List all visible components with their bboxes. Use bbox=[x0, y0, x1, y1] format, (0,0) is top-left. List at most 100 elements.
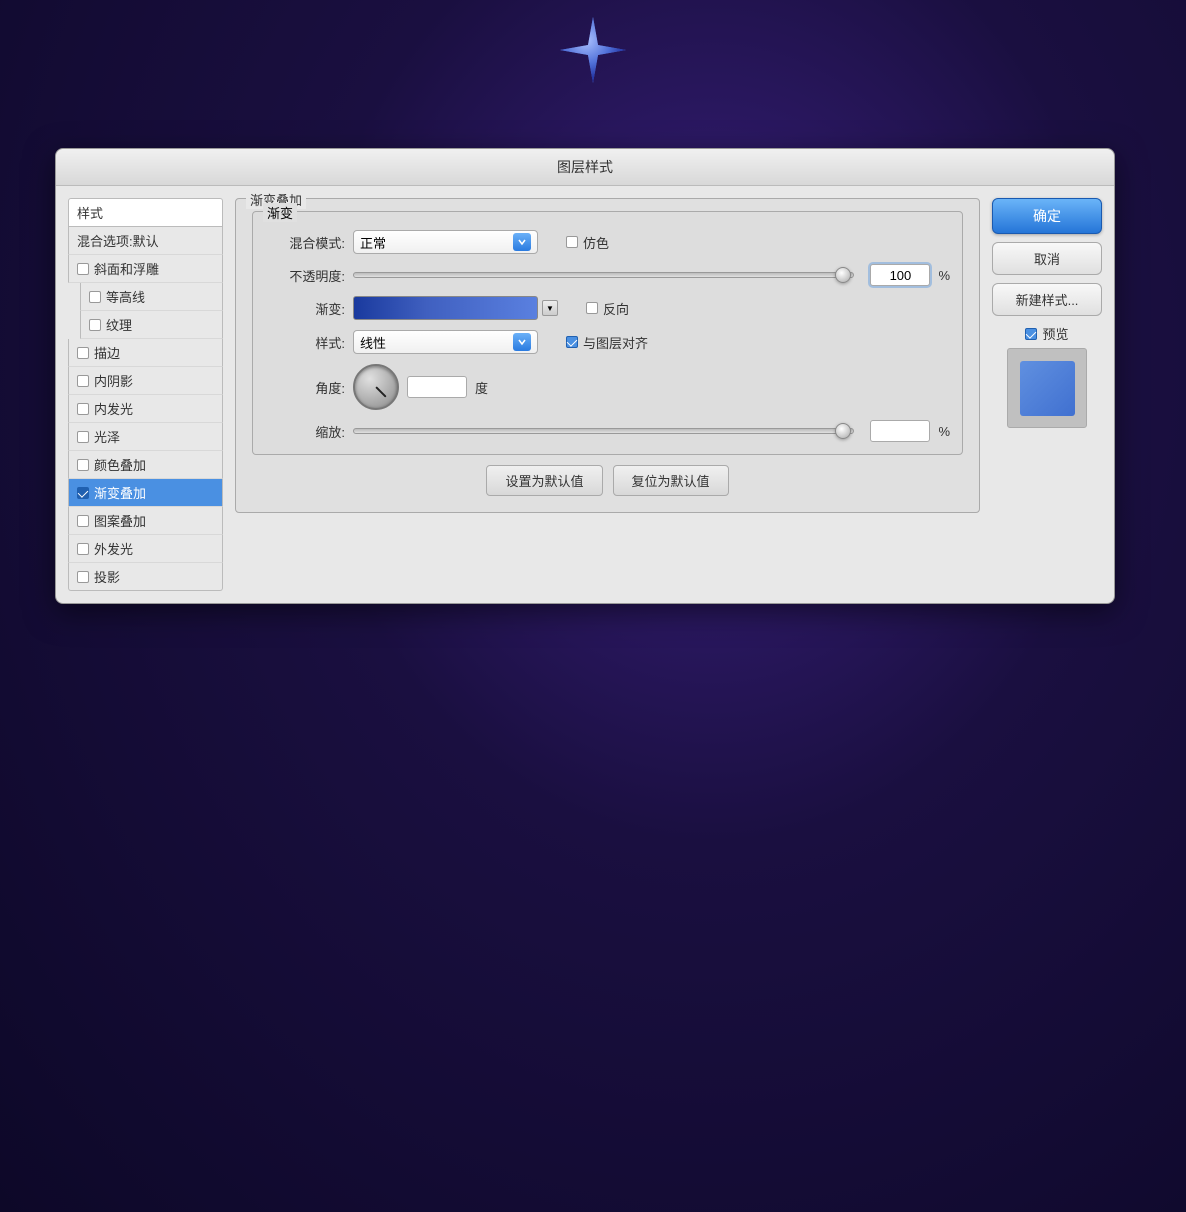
style-dropdown[interactable]: 线性 bbox=[353, 330, 538, 354]
angle-dial[interactable] bbox=[353, 364, 399, 410]
blend-mode-value: 正常 bbox=[360, 233, 386, 252]
sidebar-item-outer-glow[interactable]: 外发光 bbox=[68, 535, 223, 563]
texture-checkbox[interactable] bbox=[89, 319, 101, 331]
gradient-overlay-group: 渐变叠加 渐变 混合模式: 正常 bbox=[235, 198, 980, 513]
bevel-checkbox[interactable] bbox=[77, 263, 89, 275]
sidebar: 样式 混合选项:默认 斜面和浮雕 等高线 纹理 bbox=[68, 198, 223, 591]
gradient-overlay-label: 渐变叠加 bbox=[94, 483, 146, 502]
blend-mode-arrow bbox=[513, 233, 531, 251]
gradient-overlay-checkbox[interactable] bbox=[77, 487, 89, 499]
outer-glow-label: 外发光 bbox=[94, 539, 133, 558]
gradient-label: 渐变: bbox=[265, 299, 345, 318]
sidebar-item-color-overlay[interactable]: 颜色叠加 bbox=[68, 451, 223, 479]
satin-checkbox[interactable] bbox=[77, 431, 89, 443]
gradient-swatch-container: ▼ bbox=[353, 296, 558, 320]
sparkle-icon bbox=[558, 15, 628, 85]
ok-button[interactable]: 确定 bbox=[992, 198, 1102, 234]
sidebar-item-stroke[interactable]: 描边 bbox=[68, 339, 223, 367]
sidebar-item-pattern-overlay[interactable]: 图案叠加 bbox=[68, 507, 223, 535]
style-arrow bbox=[513, 333, 531, 351]
scale-slider-container bbox=[353, 428, 854, 434]
sidebar-item-gradient-overlay[interactable]: 渐变叠加 bbox=[68, 479, 223, 507]
satin-label: 光泽 bbox=[94, 427, 120, 446]
pattern-overlay-checkbox[interactable] bbox=[77, 515, 89, 527]
align-layer-label: 与图层对齐 bbox=[583, 333, 648, 352]
opacity-slider-thumb[interactable] bbox=[835, 267, 851, 283]
gradient-row: 渐变: ▼ 反向 bbox=[265, 296, 950, 320]
set-default-button[interactable]: 设置为默认值 bbox=[486, 465, 602, 496]
blend-mode-row: 混合模式: 正常 仿色 bbox=[265, 230, 950, 254]
inner-shadow-label: 内阴影 bbox=[94, 371, 133, 390]
gradient-dropdown-arrow[interactable]: ▼ bbox=[542, 300, 558, 316]
gradient-swatch[interactable] bbox=[353, 296, 538, 320]
opacity-row: 不透明度: 100 % bbox=[265, 264, 950, 286]
color-overlay-label: 颜色叠加 bbox=[94, 455, 146, 474]
dither-checkbox[interactable] bbox=[566, 236, 578, 248]
angle-input[interactable]: 135 bbox=[407, 376, 467, 398]
layer-style-dialog: 图层样式 样式 混合选项:默认 斜面和浮雕 等高线 纹理 bbox=[55, 148, 1115, 604]
color-overlay-checkbox[interactable] bbox=[77, 459, 89, 471]
scale-label: 缩放: bbox=[265, 422, 345, 441]
drop-shadow-label: 投影 bbox=[94, 567, 120, 586]
sidebar-item-drop-shadow[interactable]: 投影 bbox=[68, 563, 223, 591]
preview-label-text: 预览 bbox=[1042, 324, 1068, 343]
main-content: 渐变叠加 渐变 混合模式: 正常 bbox=[235, 198, 980, 591]
blend-mode-label: 混合模式: bbox=[265, 233, 345, 252]
texture-label: 纹理 bbox=[106, 315, 132, 334]
style-value: 线性 bbox=[360, 333, 386, 352]
sidebar-item-bevel[interactable]: 斜面和浮雕 bbox=[68, 255, 223, 283]
reverse-checkbox[interactable] bbox=[586, 302, 598, 314]
outer-glow-checkbox[interactable] bbox=[77, 543, 89, 555]
preview-swatch bbox=[1020, 361, 1075, 416]
align-layer-checkbox[interactable] bbox=[566, 336, 578, 348]
opacity-unit: % bbox=[938, 268, 950, 283]
preview-label-row: 预览 bbox=[1025, 324, 1068, 343]
gradient-sub-group: 渐变 混合模式: 正常 bbox=[252, 211, 963, 455]
sidebar-item-blend-options[interactable]: 混合选项:默认 bbox=[68, 227, 223, 255]
blend-mode-dropdown[interactable]: 正常 bbox=[353, 230, 538, 254]
inner-shadow-checkbox[interactable] bbox=[77, 375, 89, 387]
sidebar-item-contour[interactable]: 等高线 bbox=[80, 283, 223, 311]
scale-slider-track[interactable] bbox=[353, 428, 854, 434]
reset-default-button[interactable]: 复位为默认值 bbox=[613, 465, 729, 496]
opacity-slider-container bbox=[353, 272, 854, 278]
dialog-title: 图层样式 bbox=[56, 149, 1114, 186]
angle-label: 角度: bbox=[265, 378, 345, 397]
stroke-checkbox[interactable] bbox=[77, 347, 89, 359]
contour-checkbox[interactable] bbox=[89, 291, 101, 303]
sidebar-item-inner-shadow[interactable]: 内阴影 bbox=[68, 367, 223, 395]
reverse-label: 反向 bbox=[603, 299, 629, 318]
inner-glow-checkbox[interactable] bbox=[77, 403, 89, 415]
style-label: 样式: bbox=[265, 333, 345, 352]
inner-glow-label: 内发光 bbox=[94, 399, 133, 418]
opacity-slider-track[interactable] bbox=[353, 272, 854, 278]
dither-row[interactable]: 仿色 bbox=[566, 233, 609, 252]
sub-group-title: 渐变 bbox=[263, 203, 297, 222]
cancel-button[interactable]: 取消 bbox=[992, 242, 1102, 275]
sidebar-header: 样式 bbox=[68, 198, 223, 227]
sidebar-item-satin[interactable]: 光泽 bbox=[68, 423, 223, 451]
blend-options-label: 混合选项:默认 bbox=[77, 231, 159, 250]
stroke-label: 描边 bbox=[94, 343, 120, 362]
preview-box bbox=[1007, 348, 1087, 428]
angle-row: 角度: 135 度 bbox=[265, 364, 950, 410]
align-layer-row[interactable]: 与图层对齐 bbox=[566, 333, 648, 352]
pattern-overlay-label: 图案叠加 bbox=[94, 511, 146, 530]
preview-container: 预览 bbox=[992, 324, 1102, 428]
scale-input[interactable]: 100 bbox=[870, 420, 930, 442]
sidebar-item-texture[interactable]: 纹理 bbox=[80, 311, 223, 339]
angle-dial-container: 135 度 bbox=[353, 364, 488, 410]
right-panel: 确定 取消 新建样式... 预览 bbox=[992, 198, 1102, 591]
preview-checkbox[interactable] bbox=[1025, 328, 1037, 340]
new-style-button[interactable]: 新建样式... bbox=[992, 283, 1102, 316]
drop-shadow-checkbox[interactable] bbox=[77, 571, 89, 583]
angle-unit: 度 bbox=[475, 378, 488, 397]
scale-unit: % bbox=[938, 424, 950, 439]
scale-slider-thumb[interactable] bbox=[835, 423, 851, 439]
reverse-row[interactable]: 反向 bbox=[586, 299, 629, 318]
style-row: 样式: 线性 与图层对齐 bbox=[265, 330, 950, 354]
scale-row: 缩放: 100 % bbox=[265, 420, 950, 442]
dial-needle bbox=[375, 386, 386, 397]
sidebar-item-inner-glow[interactable]: 内发光 bbox=[68, 395, 223, 423]
opacity-input[interactable]: 100 bbox=[870, 264, 930, 286]
